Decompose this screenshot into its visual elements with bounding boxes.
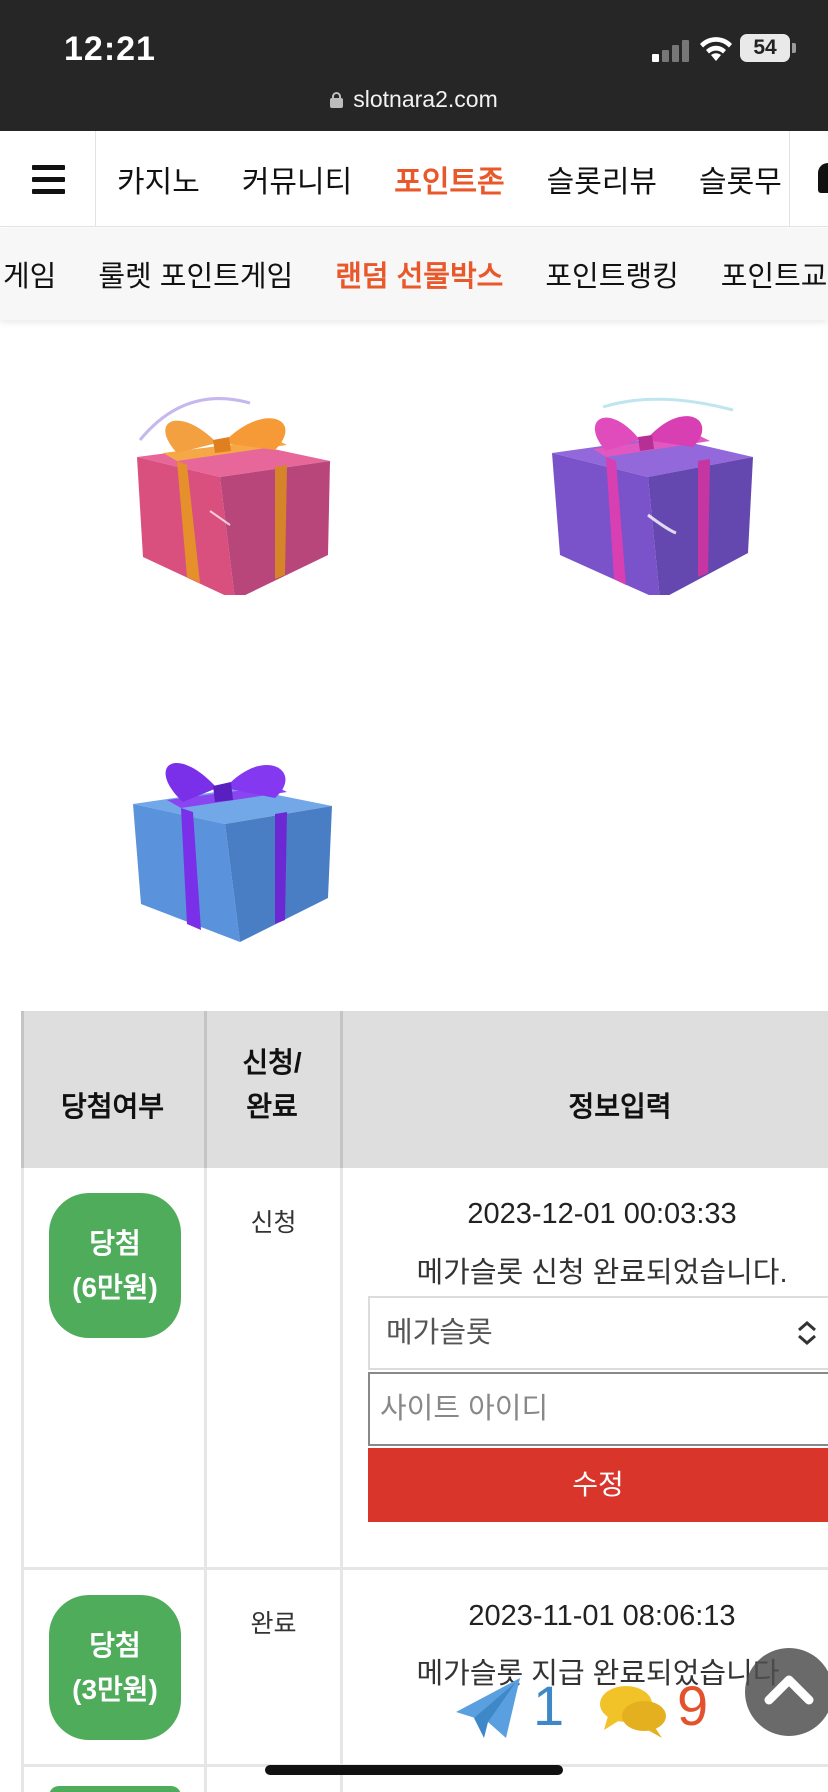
gift-box-blue-icon[interactable]: [125, 742, 335, 942]
nav-item-casino[interactable]: 카지노: [117, 157, 200, 201]
row-date: 2023-11-01 08:06:13: [468, 1600, 736, 1632]
nav-item-community[interactable]: 커뮤니티: [242, 157, 352, 201]
badge-amount: (3만원): [72, 1673, 158, 1705]
nav-item-slot-free[interactable]: 슬롯무: [699, 157, 782, 201]
cellular-signal-icon: [652, 40, 690, 62]
badge-label: 당첨: [89, 1228, 141, 1260]
main-nav: 카지노 커뮤니티 포인트존 슬롯리뷰 슬롯무: [0, 131, 828, 227]
nav-item-slot-review[interactable]: 슬롯리뷰: [547, 157, 657, 201]
table-header: 당첨여부 신청/ 완료 정보입력: [21, 1011, 828, 1168]
row-status: 완료: [250, 1610, 297, 1638]
row-date: 2023-12-01 00:03:33: [467, 1198, 737, 1230]
sub-nav-item-game[interactable]: 게임: [3, 253, 56, 295]
status-badge: 당첨 (6만원): [49, 1193, 181, 1338]
gift-box-pink-icon[interactable]: [125, 395, 335, 595]
nav-divider: [789, 131, 790, 226]
sub-nav-item-point-exchange[interactable]: 포인트교: [721, 253, 828, 295]
status-badge: 당첨 (3만원): [49, 1595, 181, 1740]
status-badge: [49, 1786, 181, 1792]
header-result: 당첨여부: [60, 1090, 165, 1122]
hamburger-menu-button[interactable]: [0, 131, 96, 226]
telegram-count: 1: [533, 1674, 565, 1737]
sub-nav-item-roulette[interactable]: 룰렛 포인트게임: [98, 253, 293, 295]
gift-box-purple-icon[interactable]: [548, 395, 758, 595]
chevron-updown-icon: [798, 1321, 816, 1345]
badge-amount: (6만원): [72, 1271, 158, 1303]
chat-count: 9: [677, 1674, 709, 1737]
sub-nav: 게임 룰렛 포인트게임 랜덤 선물박스 포인트랭킹 포인트교: [0, 228, 828, 320]
site-id-input[interactable]: 사이트 아이디: [368, 1372, 828, 1446]
header-info: 정보입력: [568, 1090, 672, 1122]
site-select[interactable]: 메가슬롯: [368, 1296, 828, 1370]
sub-nav-item-random-gift-box[interactable]: 랜덤 선물박스: [335, 253, 503, 295]
battery-indicator: 54: [740, 34, 796, 62]
chat-icon[interactable]: [598, 1680, 668, 1740]
row-status: 신청: [250, 1209, 297, 1237]
edit-button[interactable]: 수정: [368, 1448, 828, 1522]
row-message: 메가슬롯 신청 완료되었습니다.: [416, 1257, 788, 1289]
badge-label: 당첨: [89, 1630, 141, 1662]
site-select-value: 메가슬롯: [386, 1317, 493, 1349]
header-status: 신청/ 완료: [242, 1047, 302, 1122]
browser-top-bar: 12:21 54 slotnara2.com: [0, 0, 828, 131]
user-icon[interactable]: [818, 163, 828, 193]
sub-nav-item-point-ranking[interactable]: 포인트랭킹: [545, 253, 678, 295]
status-time: 12:21: [64, 30, 156, 68]
nav-item-point-zone[interactable]: 포인트존: [394, 157, 504, 201]
scroll-to-top-button[interactable]: [745, 1648, 828, 1736]
wifi-icon: [700, 37, 732, 61]
home-indicator: [265, 1765, 563, 1775]
lock-icon: [330, 92, 344, 108]
url-text: slotnara2.com: [353, 86, 498, 112]
url-bar[interactable]: slotnara2.com: [0, 86, 828, 113]
telegram-icon[interactable]: [454, 1672, 524, 1742]
